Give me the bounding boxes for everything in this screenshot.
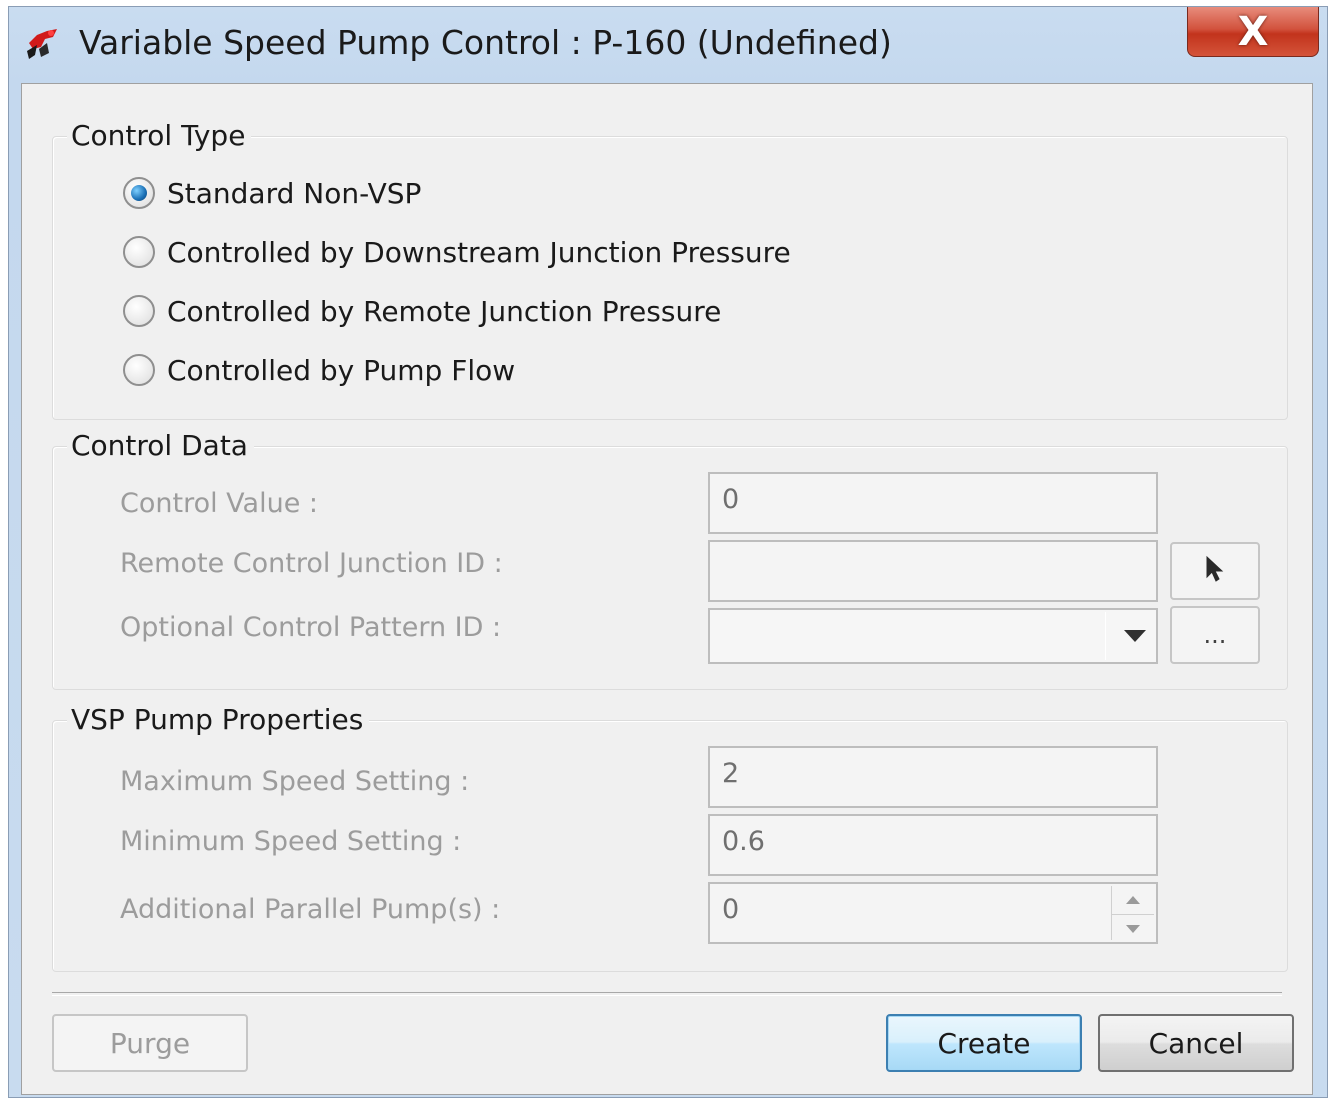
arrow-up-icon (1126, 896, 1140, 904)
max-speed-input[interactable]: 2 (708, 746, 1158, 808)
radio-button-checked[interactable] (123, 177, 155, 209)
max-speed-label: Maximum Speed Setting : (120, 766, 470, 797)
vsp-properties-title: VSP Pump Properties (67, 703, 370, 736)
close-icon: X (1237, 8, 1269, 55)
control-type-title: Control Type (67, 119, 252, 152)
radio-standard-non-vsp[interactable]: Standard Non-VSP (123, 173, 421, 213)
cancel-button-label: Cancel (1148, 1026, 1244, 1060)
radio-button[interactable] (123, 295, 155, 327)
button-separator (52, 992, 1282, 996)
control-value-input[interactable]: 0 (708, 472, 1158, 534)
window-title: Variable Speed Pump Control : P-160 (Und… (79, 23, 892, 62)
purge-button[interactable]: Purge (52, 1014, 248, 1072)
close-button[interactable]: X (1187, 7, 1319, 57)
control-type-group: Control Type Standard Non-VSP Controlled… (52, 119, 1288, 420)
remote-junction-label: Remote Control Junction ID : (120, 548, 503, 579)
parallel-pumps-label: Additional Parallel Pump(s) : (120, 894, 501, 925)
min-speed-input[interactable]: 0.6 (708, 814, 1158, 876)
radio-pump-flow[interactable]: Controlled by Pump Flow (123, 350, 515, 390)
cancel-button[interactable]: Cancel (1098, 1014, 1294, 1072)
radio-label: Controlled by Pump Flow (167, 353, 516, 387)
control-data-title: Control Data (67, 429, 254, 462)
arrow-down-icon (1126, 925, 1140, 933)
create-button-label: Create (937, 1026, 1031, 1060)
pointer-arrow-icon (1203, 555, 1227, 587)
control-value-label: Control Value : (120, 488, 319, 519)
purge-button-label: Purge (109, 1026, 191, 1060)
min-speed-text: 0.6 (722, 826, 765, 857)
parallel-pumps-stepper[interactable]: 0 (708, 882, 1158, 944)
radio-label: Controlled by Remote Junction Pressure (167, 294, 722, 328)
ellipsis-icon: ... (1203, 621, 1227, 649)
dialog-body: Control Type Standard Non-VSP Controlled… (21, 83, 1313, 1095)
browse-pattern-button[interactable]: ... (1170, 606, 1260, 664)
chevron-down-icon[interactable] (1124, 630, 1146, 642)
parallel-pumps-text: 0 (722, 894, 740, 925)
radio-label: Controlled by Downstream Junction Pressu… (167, 235, 791, 269)
create-button[interactable]: Create (886, 1014, 1082, 1072)
pump-app-icon (23, 23, 63, 63)
max-speed-text: 2 (722, 758, 740, 789)
title-bar[interactable]: Variable Speed Pump Control : P-160 (Und… (9, 7, 1327, 83)
radio-button[interactable] (123, 236, 155, 268)
spin-down-button[interactable] (1112, 915, 1154, 943)
spin-up-button[interactable] (1112, 886, 1154, 915)
radio-button[interactable] (123, 354, 155, 386)
radio-label: Standard Non-VSP (167, 176, 422, 210)
remote-junction-input[interactable] (708, 540, 1158, 602)
radio-downstream-junction-pressure[interactable]: Controlled by Downstream Junction Pressu… (123, 232, 791, 272)
pick-junction-button[interactable] (1170, 542, 1260, 600)
min-speed-label: Minimum Speed Setting : (120, 826, 462, 857)
pattern-dropdown[interactable] (708, 608, 1158, 664)
pattern-label: Optional Control Pattern ID : (120, 612, 502, 643)
spin-control (1111, 886, 1154, 940)
radio-remote-junction-pressure[interactable]: Controlled by Remote Junction Pressure (123, 291, 721, 331)
dialog-window: Variable Speed Pump Control : P-160 (Und… (8, 6, 1328, 1098)
control-value-text: 0 (722, 484, 740, 515)
dropdown-separator (1105, 612, 1106, 660)
